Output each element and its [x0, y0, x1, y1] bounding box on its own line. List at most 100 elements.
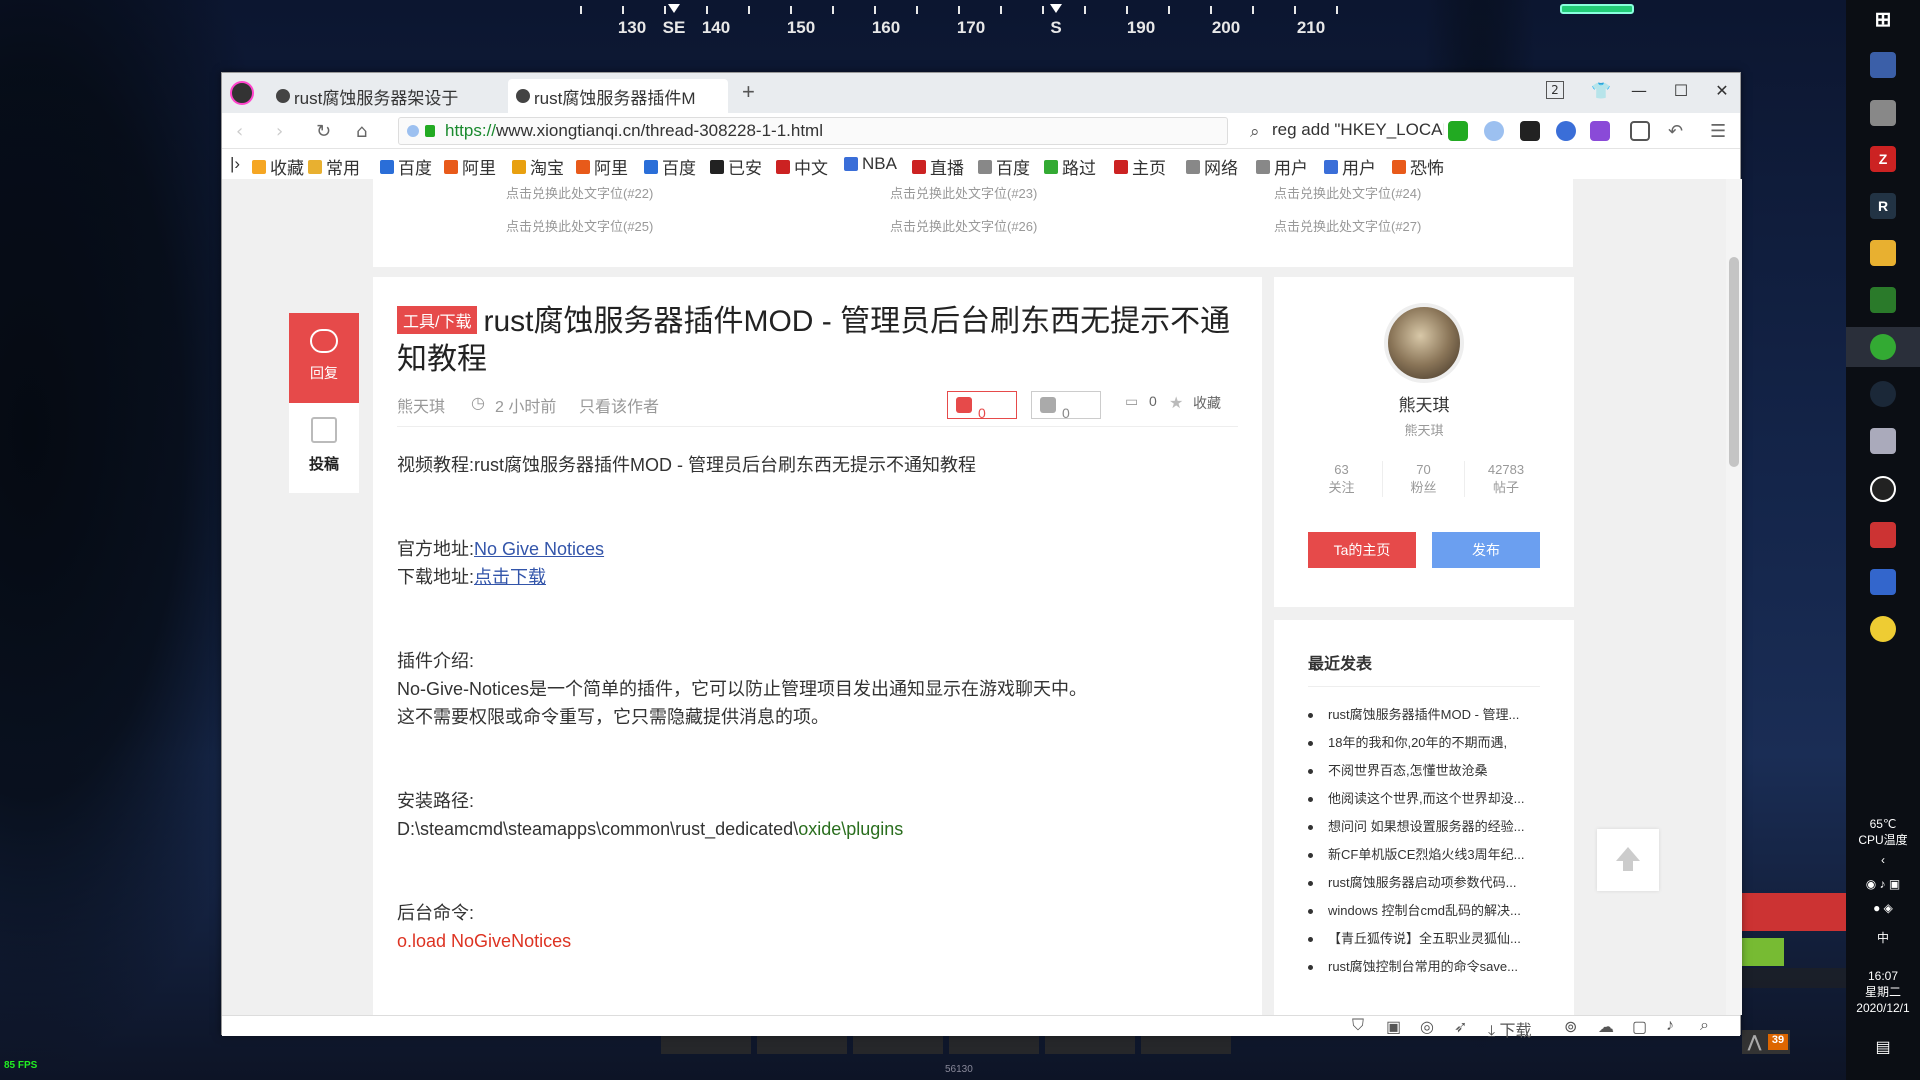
- game-status-icon[interactable]: ⊚: [1564, 1017, 1577, 1037]
- post-button[interactable]: 投稿: [289, 403, 359, 493]
- app-icon-r[interactable]: R: [1870, 193, 1896, 219]
- bookmark-item[interactable]: 用户: [1324, 154, 1376, 179]
- bookmark-item[interactable]: 网络: [1186, 154, 1238, 179]
- ad-link[interactable]: 点击兑换此处文字位(#24): [1274, 183, 1421, 202]
- ime-indicator[interactable]: 中: [1846, 930, 1920, 946]
- recent-post-item[interactable]: 18年的我和你,20年的不期而遇,: [1308, 729, 1540, 757]
- stat-fans[interactable]: 70 粉丝: [1383, 461, 1465, 497]
- notification-icon[interactable]: ▤: [1846, 1040, 1920, 1056]
- undo-icon[interactable]: ↶: [1668, 121, 1683, 142]
- ad-link[interactable]: 点击兑换此处文字位(#23): [890, 183, 1037, 202]
- category-tag[interactable]: 工具/下载: [397, 306, 478, 334]
- bookmark-item[interactable]: 路过: [1044, 154, 1096, 179]
- windows-start-icon[interactable]: ⊞: [1870, 6, 1896, 32]
- bookmark-item[interactable]: 阿里: [444, 154, 496, 179]
- shield-icon[interactable]: [1448, 121, 1468, 141]
- bookmark-item[interactable]: 淘宝: [512, 154, 564, 179]
- rocket-status-icon[interactable]: ➶: [1454, 1017, 1467, 1037]
- recent-post-item[interactable]: rust腐蚀服务器启动项参数代码...: [1308, 869, 1540, 897]
- dislike-button[interactable]: 0: [1031, 391, 1101, 421]
- menu-icon[interactable]: ☰: [1710, 121, 1726, 142]
- search-ext-icon[interactable]: [1556, 121, 1576, 141]
- sync-status-icon[interactable]: ◎: [1420, 1017, 1434, 1037]
- new-tab-button[interactable]: +: [742, 79, 755, 105]
- recent-post-item[interactable]: rust腐蚀服务器插件MOD - 管理...: [1308, 701, 1540, 729]
- stat-following[interactable]: 63 关注: [1301, 461, 1383, 497]
- recent-post-item[interactable]: 【青丘狐传说】全五职业灵狐仙...: [1308, 925, 1540, 953]
- tab-1[interactable]: rust腐蚀服务器架设于: [268, 79, 482, 113]
- bookmark-item[interactable]: 百度: [978, 154, 1030, 179]
- clock[interactable]: 16:07 星期二 2020/12/1: [1846, 968, 1920, 1016]
- recent-post-item[interactable]: 他阅读这个世界,而这个世界却没...: [1308, 785, 1540, 813]
- grid-icon[interactable]: [1630, 121, 1650, 141]
- bookmark-item[interactable]: 百度: [644, 154, 696, 179]
- translate-icon[interactable]: [1484, 121, 1504, 141]
- close-button[interactable]: ✕: [1710, 81, 1734, 100]
- ad-link[interactable]: 点击兑换此处文字位(#22): [506, 183, 653, 202]
- cloud-status-icon[interactable]: ☁: [1598, 1017, 1614, 1037]
- only-author-link[interactable]: 只看该作者: [579, 393, 659, 417]
- app-icon-2[interactable]: [1870, 100, 1896, 126]
- steam-icon[interactable]: [1870, 381, 1896, 407]
- bookmark-item[interactable]: 常用: [308, 154, 360, 179]
- browser-logo[interactable]: [230, 81, 254, 105]
- app-icon-4[interactable]: [1870, 476, 1896, 502]
- home-icon[interactable]: ⌂: [356, 121, 367, 142]
- window-status-icon[interactable]: ▢: [1632, 1017, 1647, 1037]
- download-status[interactable]: ⤓ 下载: [1488, 1017, 1532, 1041]
- official-link[interactable]: No Give Notices: [474, 539, 604, 559]
- app-icon-1[interactable]: [1870, 52, 1896, 78]
- bookmark-item[interactable]: 已安: [710, 154, 762, 179]
- bookmark-item[interactable]: 恐怖: [1392, 154, 1444, 179]
- address-bar[interactable]: https://www.xiongtianqi.cn/thread-308228…: [398, 117, 1228, 145]
- download-link[interactable]: 点击下载: [474, 567, 546, 587]
- recent-post-item[interactable]: 想问问 如果想设置服务器的经验...: [1308, 813, 1540, 841]
- tab-count-badge[interactable]: 2: [1546, 81, 1564, 99]
- bookmark-item[interactable]: 收藏: [252, 154, 304, 179]
- search-box[interactable]: ⌕ reg add "HKEY_LOCAL: [1244, 117, 1444, 145]
- tray-icons-2[interactable]: ● ◈: [1846, 900, 1920, 916]
- ad-link[interactable]: 点击兑换此处文字位(#27): [1274, 216, 1421, 235]
- filezilla-icon[interactable]: Z: [1870, 146, 1896, 172]
- back-icon[interactable]: ‹: [236, 121, 243, 142]
- maximize-button[interactable]: ☐: [1669, 81, 1693, 100]
- favorite-link[interactable]: 收藏: [1193, 393, 1221, 413]
- recent-post-item[interactable]: windows 控制台cmd乱码的解决...: [1308, 897, 1540, 925]
- author-link[interactable]: 熊天琪: [397, 393, 445, 417]
- shirt-icon[interactable]: 👕: [1589, 81, 1613, 100]
- recent-post-item[interactable]: 新CF单机版CE烈焰火线3周年纪...: [1308, 841, 1540, 869]
- stat-posts[interactable]: 42783 帖子: [1465, 461, 1547, 497]
- app-icon-5[interactable]: [1870, 616, 1896, 642]
- bookmark-item[interactable]: 用户: [1256, 154, 1308, 179]
- tray-expand-icon[interactable]: ‹: [1846, 852, 1920, 868]
- home-page-button[interactable]: Ta的主页: [1308, 532, 1416, 568]
- like-button[interactable]: 0: [947, 391, 1017, 421]
- star-icon[interactable]: ★: [1169, 393, 1183, 413]
- bookmark-item[interactable]: 中文: [776, 154, 828, 179]
- folder-icon[interactable]: [1870, 240, 1896, 266]
- scrollbar[interactable]: [1726, 179, 1742, 1015]
- reply-button[interactable]: 回复: [289, 313, 359, 403]
- zoom-status-icon[interactable]: ⌕: [1700, 1017, 1709, 1035]
- extension-icon[interactable]: [1520, 121, 1540, 141]
- bookmark-item[interactable]: 主页: [1114, 154, 1166, 179]
- remote-icon[interactable]: [1870, 569, 1896, 595]
- bookmarks-toggle-icon[interactable]: |›: [230, 154, 240, 174]
- image-status-icon[interactable]: ▣: [1386, 1017, 1401, 1037]
- recent-post-item[interactable]: 不阅世界百态,怎懂世故沧桑: [1308, 757, 1540, 785]
- forward-icon[interactable]: ›: [276, 121, 283, 142]
- browser-taskbar-icon[interactable]: [1870, 334, 1896, 360]
- bookmark-item[interactable]: 阿里: [576, 154, 628, 179]
- site-info-icon[interactable]: [407, 125, 419, 137]
- app-icon-3[interactable]: [1870, 428, 1896, 454]
- tab-2-active[interactable]: rust腐蚀服务器插件M: [508, 79, 728, 113]
- ad-link[interactable]: 点击兑换此处文字位(#26): [890, 216, 1037, 235]
- recent-post-item[interactable]: rust腐蚀控制台常用的命令save...: [1308, 953, 1540, 981]
- scrollbar-thumb[interactable]: [1729, 257, 1739, 467]
- tray-icons[interactable]: ◉ ♪ ▣: [1846, 876, 1920, 892]
- ad-link[interactable]: 点击兑换此处文字位(#25): [506, 216, 653, 235]
- bookmark-item[interactable]: NBA: [844, 154, 897, 174]
- shield-status-icon[interactable]: ⛉: [1352, 1017, 1364, 1035]
- profile-name[interactable]: 熊天琪: [1274, 391, 1574, 416]
- back-to-top-button[interactable]: [1597, 829, 1659, 891]
